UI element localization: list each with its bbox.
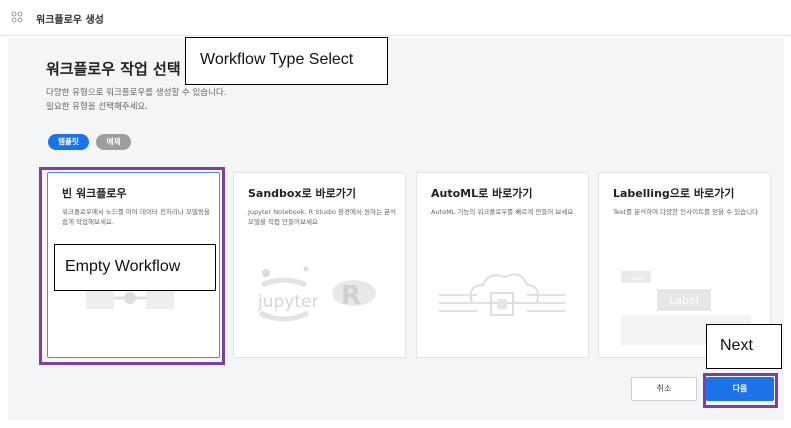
card-title: AutoML로 바로가기 — [431, 187, 533, 200]
tab-example[interactable]: 예제 — [96, 134, 131, 150]
card-description: Jupyter Notebook, R Studio 환경에서 원하는 분석 모… — [248, 208, 396, 226]
card-description: AutoML 기능의 워크플로우를 빠르게 만들어 보세요 — [431, 208, 574, 216]
annotation-next: Next — [706, 324, 782, 369]
annotation-empty-workflow: Empty Workflow — [54, 244, 216, 291]
description-line-1: 다양한 유형으로 워크플로우를 생성할 수 있습니다. — [46, 88, 227, 98]
annotation-text: Next — [720, 337, 753, 354]
annotation-workflow-type-select: Workflow Type Select — [185, 37, 388, 85]
jupyter-r-illustration: jupyter R — [257, 266, 376, 322]
top-bar: 워크플로우 생성 — [0, 0, 791, 36]
cloud-chip-icon — [439, 273, 565, 316]
page-header-title: 워크플로우 생성 — [36, 15, 104, 26]
annotation-text: Workflow Type Select — [200, 51, 354, 68]
label-big-text: Label — [669, 294, 699, 307]
jupyter-text: jupyter — [257, 292, 318, 312]
tab-template[interactable]: 템플릿 — [48, 134, 89, 150]
card-title: Labelling으로 바로가기 — [613, 187, 735, 200]
card-title: Sandbox로 바로가기 — [248, 187, 357, 200]
card-description: Text를 분석하여 다양한 인사이트를 얻을 수 있습니다 — [613, 208, 759, 216]
card-automl[interactable]: AutoML로 바로가기 AutoML 기능의 워크플로우를 빠르게 만들어 보… — [416, 172, 589, 358]
annotation-text: Empty Workflow — [65, 258, 181, 275]
label-small-text: Label — [628, 275, 645, 282]
r-logo-letter: R — [341, 281, 361, 311]
annotation-next-highlight — [703, 373, 778, 408]
description-line-2: 필요한 유형을 선택해주세요. — [46, 102, 148, 112]
page-title: 워크플로우 작업 선택 — [46, 60, 181, 78]
cancel-button[interactable]: 취소 — [631, 377, 697, 401]
apps-grid-icon[interactable] — [11, 11, 23, 23]
card-sandbox[interactable]: Sandbox로 바로가기 Jupyter Notebook, R Studio… — [233, 172, 406, 358]
